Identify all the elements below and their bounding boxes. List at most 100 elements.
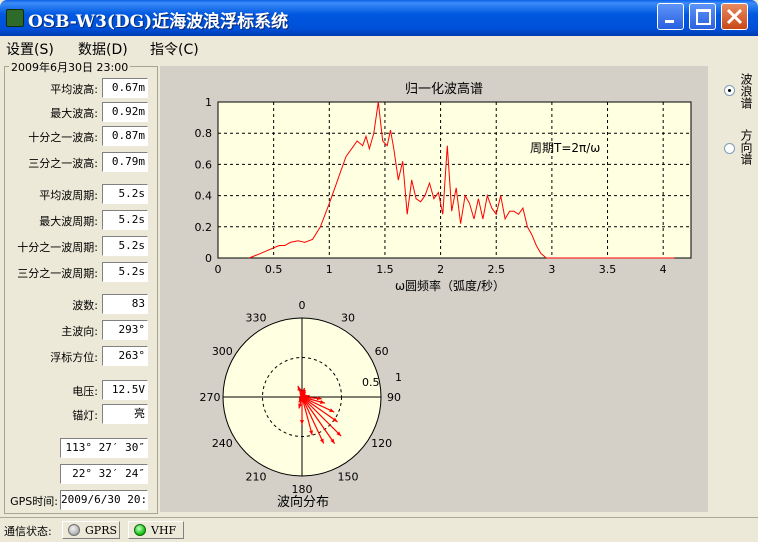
spectrum-plot-background: [218, 102, 691, 258]
field-label: 浮标方位:: [2, 349, 98, 365]
menu-data[interactable]: 数据(D): [78, 39, 128, 59]
field-label: 三分之一波周期:: [2, 265, 98, 281]
rose-ray: [300, 396, 302, 397]
rose-ray: [302, 395, 305, 397]
spectrum-y-tick-label: 0.8: [195, 127, 213, 140]
rose-direction-labels: 0306090120150180210240270300330: [200, 299, 402, 496]
rose-ray-head: [299, 395, 304, 399]
status-vhf: VHF: [128, 521, 184, 539]
rose-ray: [302, 397, 335, 444]
field-value: 5.2s: [102, 210, 148, 230]
menu-settings[interactable]: 设置(S): [6, 39, 54, 59]
window-title: OSB-W3(DG)近海波浪浮标系统: [28, 7, 288, 32]
rose-ray-head: [300, 394, 305, 399]
field-value: 5.2s: [102, 262, 148, 282]
vhf-led-icon: [134, 524, 146, 536]
rose-ray-head: [300, 396, 305, 400]
rose-ray: [302, 397, 324, 444]
spectrum-x-tick-label: 1: [326, 263, 333, 276]
field-value: 83: [102, 294, 148, 314]
spectrum-chart: 归一化波高谱 00.511.522.533.54 00.20.40.60.81 …: [160, 66, 708, 296]
spectrum-x-tick-label: 0: [215, 263, 222, 276]
maximize-button[interactable]: [689, 3, 716, 30]
menu-commands[interactable]: 指令(C): [150, 39, 199, 59]
rose-ray: [302, 392, 306, 397]
status-label: 通信状态:: [4, 523, 52, 539]
vhf-label: VHF: [151, 524, 176, 537]
measurement-datetime: 2009年6月30日 23:00: [9, 59, 130, 75]
spectrum-y-tick-label: 0: [205, 252, 212, 265]
rose-ray: [302, 388, 304, 397]
spectrum-x-tick-label: 1.5: [376, 263, 394, 276]
radio-wave-spectrum[interactable]: [724, 85, 735, 96]
rose-direction-label: 300: [212, 345, 233, 358]
field-label: 十分之一波高:: [2, 129, 98, 145]
minimize-button[interactable]: [657, 3, 684, 30]
rose-ray-head: [333, 418, 338, 422]
rose-ray-head: [300, 392, 304, 397]
rose-ray: [301, 389, 302, 397]
field-value: 12.5V: [102, 380, 148, 400]
spectrum-x-tick-label: 3.5: [599, 263, 617, 276]
field-label: 最大波高:: [2, 105, 98, 121]
field-value: 22° 32′ 24″: [60, 464, 148, 484]
rose-ray-head: [329, 408, 334, 412]
rose-ray-head: [298, 403, 302, 408]
spectrum-x-label: ω圆频率（弧度/秒）: [395, 278, 505, 293]
rose-direction-label: 150: [338, 471, 359, 484]
rose-ray-head: [320, 439, 324, 444]
rose-title: 波向分布: [277, 494, 329, 510]
rose-direction-label: 210: [246, 471, 267, 484]
rose-ray: [302, 397, 312, 435]
view-selector: 波浪谱 方向谱: [716, 66, 758, 512]
close-button[interactable]: [721, 3, 748, 30]
chart-area: 归一化波高谱 00.511.522.533.54 00.20.40.60.81 …: [160, 66, 708, 512]
field-value: 113° 27′ 30″: [60, 438, 148, 458]
field-value: 263°: [102, 346, 148, 366]
spectrum-x-ticks: 00.511.522.533.54: [215, 263, 667, 276]
rose-ray: [302, 397, 322, 399]
rose-ray-head: [299, 398, 303, 403]
spectrum-y-tick-label: 0.6: [195, 158, 213, 171]
field-label: 电压:: [2, 383, 98, 399]
spectrum-x-tick-label: 2.5: [487, 263, 505, 276]
rose-ray: [299, 397, 302, 408]
rose-ray-head: [301, 392, 305, 397]
app-icon: [6, 9, 24, 27]
rose-ray-head: [309, 430, 313, 435]
rose-outer-ring: [223, 318, 381, 476]
status-gprs: GPRS: [62, 521, 120, 539]
radio-direction-spectrum-label[interactable]: 方向谱: [738, 129, 752, 165]
field-value: 0.92m: [102, 102, 148, 122]
field-label: GPS时间:: [2, 493, 58, 509]
field-label: 主波向:: [2, 323, 98, 339]
rose-rays: [298, 386, 341, 444]
spectrum-x-tick-label: 0.5: [265, 263, 283, 276]
rose-ray: [302, 397, 334, 412]
rose-ray: [302, 397, 338, 422]
radio-direction-spectrum[interactable]: [724, 143, 735, 154]
spectrum-annotation: 周期T=2π/ω: [530, 141, 600, 155]
field-label: 锚灯:: [2, 407, 98, 423]
rose-ray-head: [300, 420, 304, 425]
field-label: 波数:: [2, 297, 98, 313]
field-value: 0.79m: [102, 152, 148, 172]
rose-direction-label: 270: [200, 391, 221, 404]
rose-ray-head: [300, 394, 304, 399]
rose-direction-label: 330: [246, 311, 267, 324]
rose-ray: [299, 397, 302, 402]
field-label: 平均波周期:: [2, 187, 98, 203]
field-value: 亮: [102, 404, 148, 424]
field-value: 5.2s: [102, 236, 148, 256]
rose-ray: [299, 397, 302, 398]
rose-ray: [302, 397, 341, 436]
rose-direction-label: 0: [299, 299, 306, 312]
menu-bar: 设置(S) 数据(D) 指令(C): [0, 36, 758, 58]
field-label: 最大波周期:: [2, 213, 98, 229]
rose-ring-label-half: 0.5: [362, 376, 380, 389]
rose-ray-head: [305, 395, 310, 399]
field-value: 2009/6/30 20:4: [60, 490, 148, 510]
rose-ray: [302, 394, 305, 397]
radio-wave-spectrum-label[interactable]: 波浪谱: [738, 73, 752, 109]
rose-half-ring: [263, 358, 342, 437]
